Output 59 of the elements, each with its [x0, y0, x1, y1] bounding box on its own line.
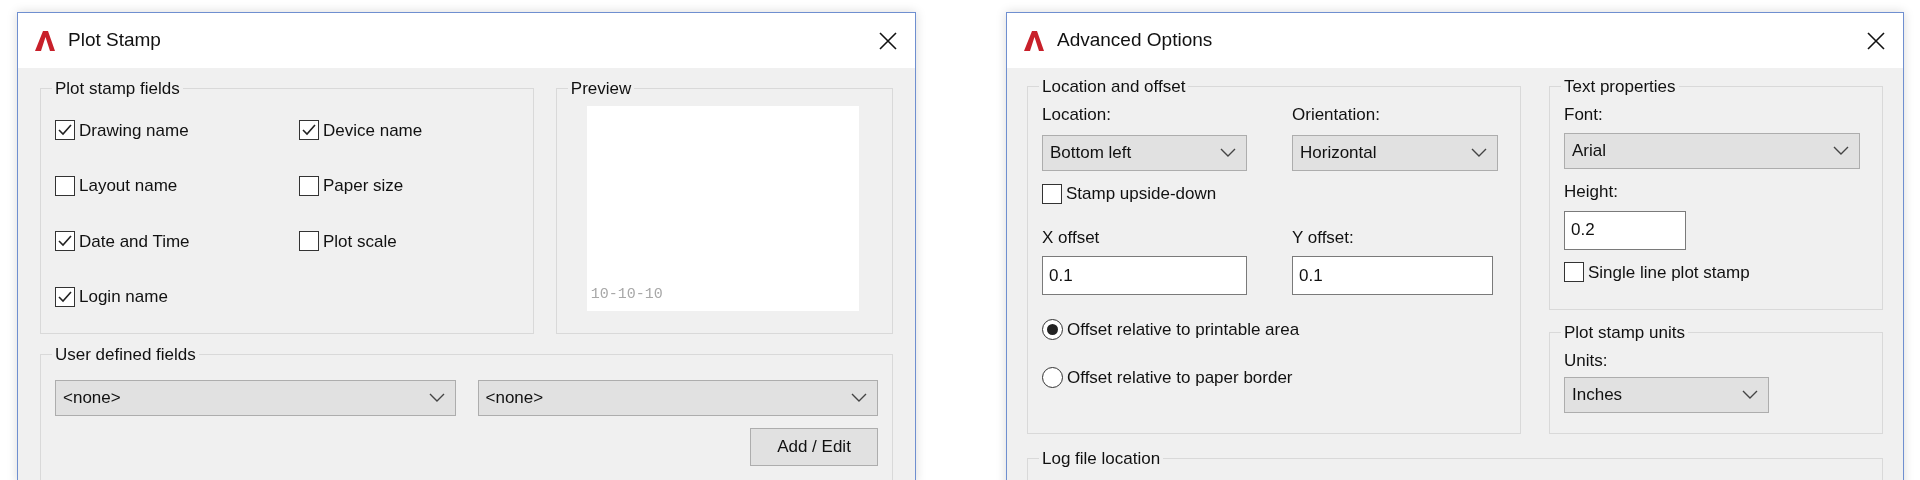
chevron-down-icon — [428, 392, 445, 403]
checkbox-option[interactable]: Device name — [299, 117, 423, 143]
group-label: Location and offset — [1041, 76, 1187, 98]
close-icon — [1866, 30, 1886, 51]
radio-option[interactable]: Offset relative to printable area — [1042, 317, 1300, 343]
input-field[interactable]: 0.1 — [1292, 256, 1493, 295]
checkbox[interactable] — [55, 120, 75, 141]
checkbox-option[interactable]: Drawing name — [55, 117, 189, 143]
checkbox-option[interactable]: Login name — [55, 284, 168, 310]
chevron-down-icon — [1471, 148, 1487, 158]
checkbox[interactable] — [1042, 183, 1062, 204]
window-title: Plot Stamp — [68, 28, 162, 53]
chevron-down-icon — [1833, 146, 1849, 156]
chevron-down-icon — [1220, 148, 1236, 158]
field-label: Height: — [1564, 181, 1619, 203]
dropdown[interactable]: Bottom left — [1042, 135, 1247, 171]
checkbox[interactable] — [1564, 262, 1584, 283]
checkbox-option[interactable]: Plot scale — [299, 228, 397, 254]
radio-button[interactable] — [1042, 319, 1063, 341]
checkbox-option[interactable]: Single line plot stamp — [1564, 259, 1750, 285]
radio-button[interactable] — [1042, 366, 1063, 388]
field-label: Units: — [1564, 349, 1609, 372]
dropdown[interactable]: Arial — [1564, 133, 1860, 169]
window-title: Advanced Options — [1057, 28, 1214, 53]
stamp-preview-text: 10-10-10 — [590, 285, 663, 305]
dropdown[interactable]: <none> — [55, 379, 456, 416]
checkbox-option[interactable]: Paper size — [299, 173, 404, 199]
group-label: Log file location — [1041, 448, 1162, 470]
field-label: Font: — [1564, 103, 1604, 126]
close-icon — [878, 30, 898, 51]
group-label: Plot stamp fields — [54, 78, 181, 100]
radio-option[interactable]: Offset relative to paper border — [1042, 364, 1293, 390]
input-field[interactable]: 0.1 — [1042, 256, 1247, 295]
checkbox[interactable] — [299, 175, 319, 196]
checkbox[interactable] — [55, 286, 75, 307]
app-logo-icon — [1023, 29, 1045, 52]
field-label: Y offset: — [1292, 226, 1355, 249]
checkbox[interactable] — [299, 231, 319, 252]
group-label: User defined fields — [54, 344, 197, 366]
field-label: X offset — [1042, 226, 1101, 249]
dropdown[interactable]: <none> — [477, 379, 878, 416]
group-label: Text properties — [1563, 76, 1677, 98]
group-label: Plot stamp units — [1563, 322, 1686, 344]
chevron-down-icon — [1742, 390, 1758, 400]
group-label: Preview — [569, 78, 633, 100]
chevron-down-icon — [851, 392, 867, 403]
checkbox[interactable] — [299, 120, 319, 141]
dropdown[interactable]: Horizontal — [1292, 135, 1498, 171]
checkbox-option[interactable]: Date and Time — [55, 228, 190, 254]
input-field[interactable]: 0.2 — [1564, 210, 1686, 250]
checkbox[interactable] — [55, 175, 75, 196]
field-label: Location: — [1042, 103, 1112, 126]
add-edit-button[interactable]: Add / Edit — [750, 427, 878, 466]
checkbox-option[interactable]: Layout name — [55, 173, 178, 199]
field-label: Orientation: — [1292, 103, 1381, 126]
checkbox[interactable] — [55, 231, 75, 252]
checkbox-option[interactable]: Stamp upside-down — [1042, 181, 1217, 207]
dropdown[interactable]: Inches — [1564, 377, 1769, 413]
app-logo-icon — [34, 29, 56, 52]
